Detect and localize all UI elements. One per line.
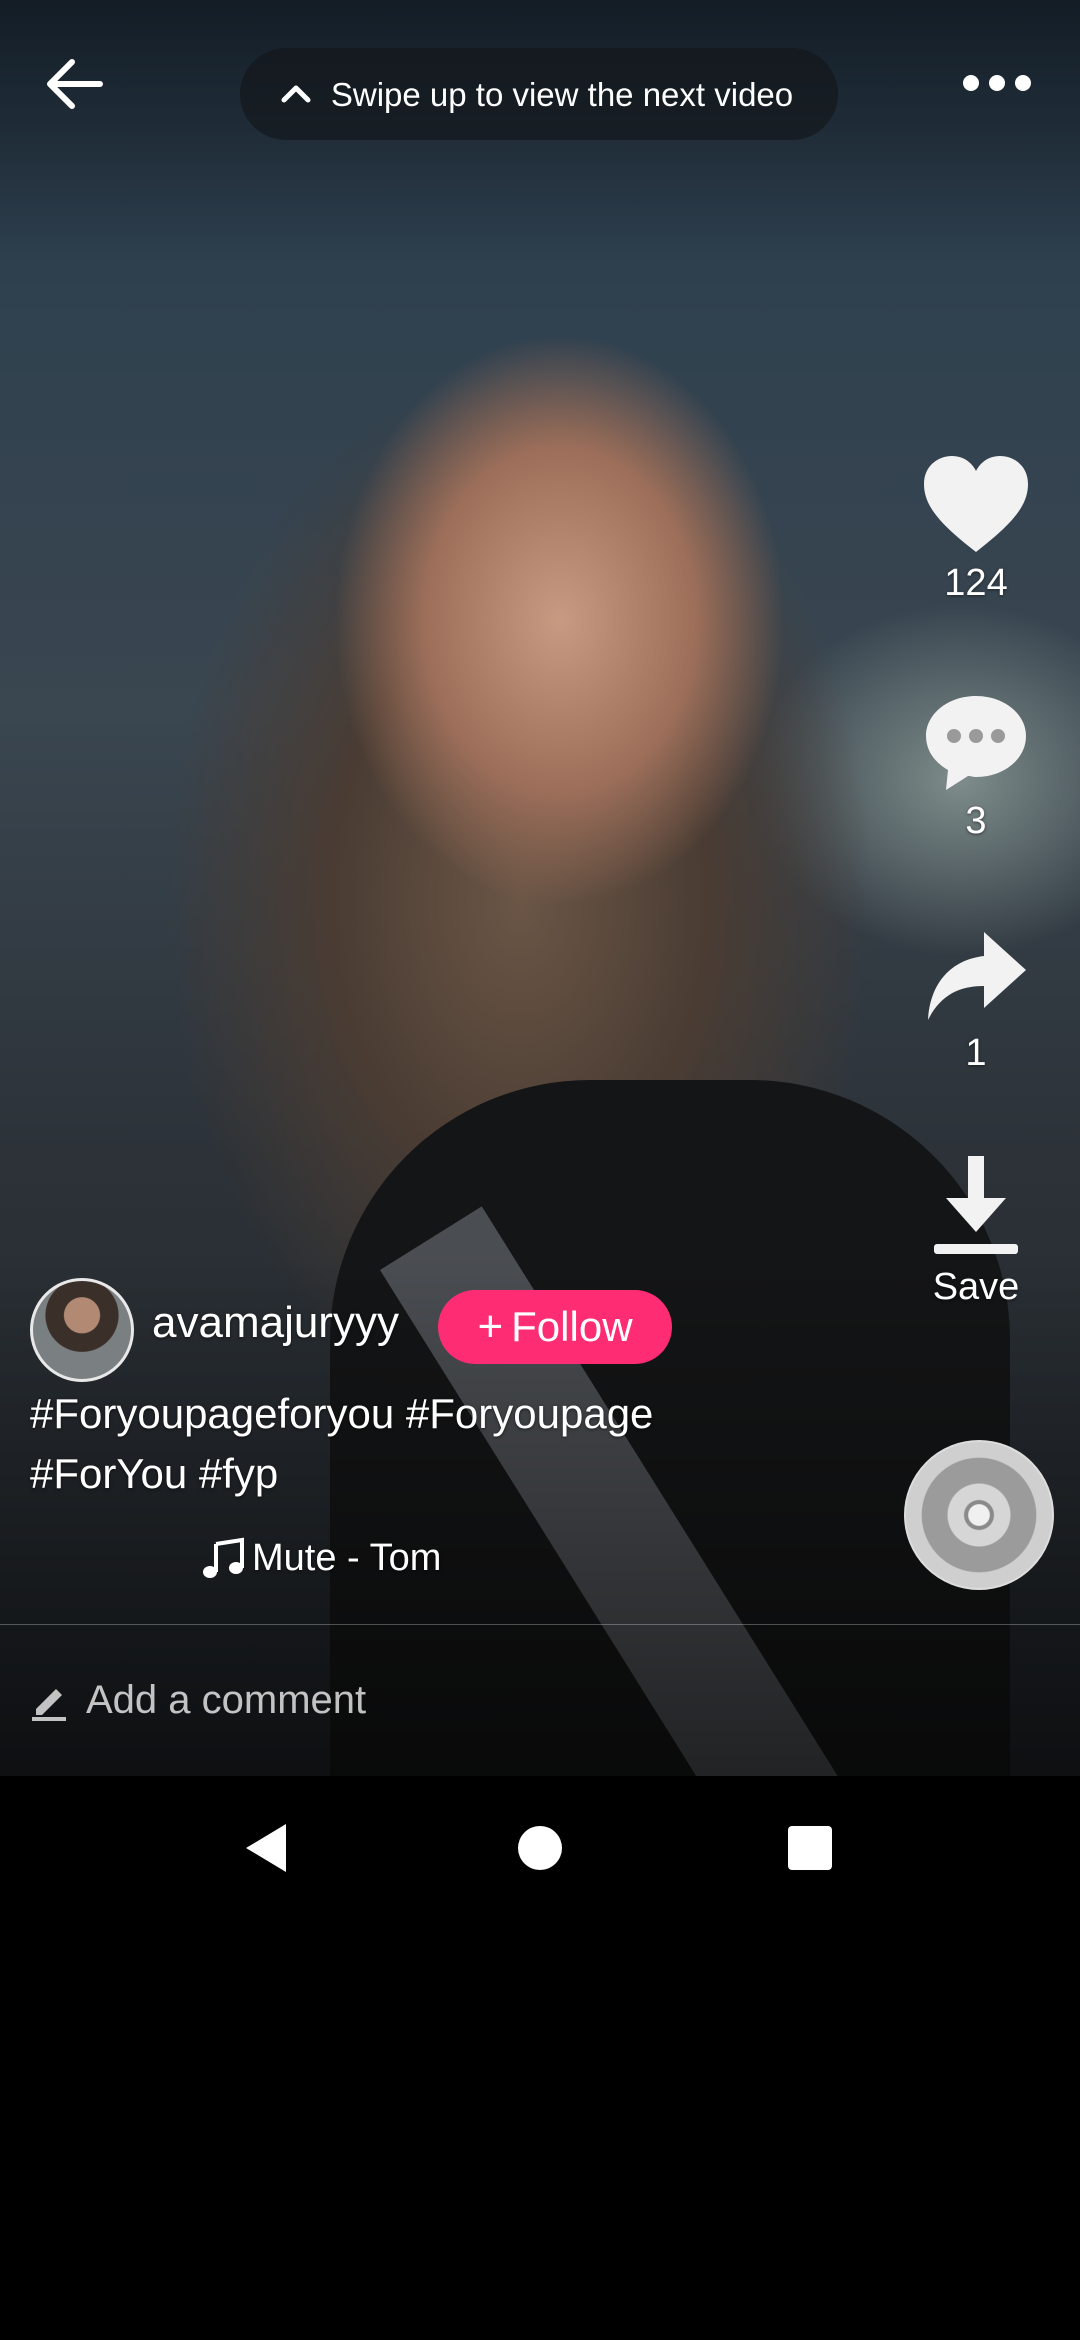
music-disc[interactable]: [904, 1440, 1054, 1590]
nav-back-icon: [246, 1824, 286, 1872]
nav-back-button[interactable]: [222, 1802, 314, 1894]
music-title: Mute - Tom: [252, 1536, 442, 1579]
save-button[interactable]: Save: [906, 1152, 1046, 1309]
app-screen: Swipe up to view the next video 124 3 1: [0, 0, 1080, 2340]
nav-home-icon: [518, 1826, 562, 1870]
music-note-icon: [203, 1537, 244, 1578]
like-count: 124: [944, 562, 1008, 604]
plus-icon: +: [477, 1302, 504, 1351]
more-dot: [1015, 75, 1031, 91]
swipe-hint-banner[interactable]: Swipe up to view the next video: [240, 48, 838, 140]
share-button[interactable]: 1: [906, 926, 1046, 1075]
pencil-icon: [32, 1688, 66, 1721]
comment-button[interactable]: 3: [906, 690, 1046, 843]
share-count: 1: [965, 1032, 987, 1074]
comment-bubble-icon: [926, 696, 1026, 790]
nav-home-button[interactable]: [494, 1802, 586, 1894]
chevron-up-icon: [266, 64, 326, 124]
system-nav-bar: [0, 1776, 1080, 1920]
like-button[interactable]: 124: [906, 452, 1046, 605]
caption: #Foryoupageforyou #Foryoupage #ForYou #f…: [30, 1390, 654, 1497]
save-label: Save: [932, 1266, 1020, 1308]
arrow-left-icon: [47, 59, 103, 109]
music-ticker[interactable]: Mute - Tom: [200, 1530, 450, 1586]
more-options-button[interactable]: [952, 58, 1042, 108]
nav-recents-icon: [788, 1826, 832, 1870]
more-dot: [989, 75, 1005, 91]
more-dot: [963, 75, 979, 91]
download-icon: [934, 1156, 1018, 1254]
share-arrow-icon: [928, 932, 1026, 1020]
username[interactable]: avamajuryyy: [152, 1298, 399, 1348]
back-button[interactable]: [38, 48, 110, 120]
follow-label: Follow: [511, 1303, 633, 1350]
comment-placeholder: Add a comment: [86, 1678, 367, 1722]
swipe-hint-text: Swipe up to view the next video: [330, 75, 794, 113]
comment-count: 3: [965, 800, 987, 842]
comment-input-bar[interactable]: Add a comment: [0, 1625, 1080, 1776]
avatar[interactable]: [30, 1278, 134, 1382]
heart-icon: [924, 456, 1028, 552]
follow-button[interactable]: + Follow: [438, 1290, 672, 1364]
nav-recents-button[interactable]: [764, 1802, 856, 1894]
